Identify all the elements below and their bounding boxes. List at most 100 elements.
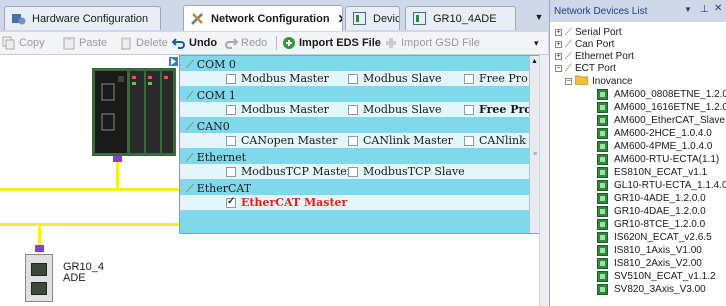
tree-item-can-port[interactable]: + ⟋ Can Port [555,38,614,50]
device-item[interactable]: IS810_2Axis_V2.00 [597,257,702,269]
collapse-icon[interactable]: − [565,77,572,85]
can0-canopen-master-checkbox[interactable]: CANopen Master [226,134,337,147]
expand-icon[interactable]: + [555,40,562,48]
tab-list-dropdown-icon[interactable]: ▼ [532,10,546,24]
device-label: AM600_EtherCAT_Slave [614,114,725,126]
hardware-icon [11,11,26,26]
device-item[interactable]: IS620N_ECAT_v2.6.5 [597,231,712,243]
device-label: IS620N_ECAT_v2.6.5 [614,231,712,243]
device-item[interactable]: AM600_0808ETNE_1.2.0 [597,88,726,100]
tab-network-configuration[interactable]: Network Configuration ✕ [183,5,343,31]
redo-label: Redo [241,37,268,49]
com0-modbus-master-checkbox[interactable]: Modbus Master [226,72,329,85]
gr10-4ade-module[interactable] [25,254,53,302]
checkbox[interactable] [348,135,358,146]
expand-icon[interactable]: + [555,28,562,36]
com0-options-row: Modbus Master Modbus Slave Free Pro [180,71,540,86]
can0-canlink-checkbox[interactable]: CANlink [464,134,526,147]
device-label: SV510N_ECAT_v1.1.2 [614,270,716,282]
toolbar: Copy Paste Delete Undo Redo Import EDS F… [0,32,548,55]
device-item[interactable]: GL10-RTU-ECTA_1.1.4.0 [597,179,726,191]
checkbox[interactable] [464,104,474,115]
ethercat-master-checkbox[interactable]: EtherCAT Master [226,196,347,209]
panel-arrow-icon[interactable] [169,57,178,66]
device-item[interactable]: AM600-RTU-ECTA(1.1) [597,153,719,165]
checkbox[interactable] [348,166,358,177]
delete-button[interactable]: Delete [119,35,168,51]
device-module-icon [597,166,608,178]
close-icon[interactable]: ✕ [338,12,342,26]
com0-free-protocol-checkbox[interactable]: Free Pro [464,72,528,85]
canvas-scrollbar[interactable] [539,55,549,306]
device-item[interactable]: SV820_3Axis_V3.00 [597,283,706,295]
import-eds-button[interactable]: Import EDS File [282,35,381,51]
tab-hardware-configuration[interactable]: Hardware Configuration [4,6,161,30]
port-icon: ⟋ [565,62,572,74]
copy-button[interactable]: Copy [2,35,45,51]
device-label: GL10-RTU-ECTA_1.1.4.0 [614,179,726,191]
tree-item-serial-port[interactable]: + ⟋ Serial Port [555,26,622,38]
panel-menu-dropdown-icon[interactable]: ▼ [684,5,692,14]
com1-header: ⟋ COM 1 [186,89,546,103]
port-icon: ⟋ [186,119,194,133]
module-port-marker[interactable] [35,245,44,252]
undo-button[interactable]: Undo [171,35,218,51]
device-item[interactable]: GR10-8TCE_1.2.0.0 [597,218,705,230]
device-module-icon [597,127,608,139]
com1-free-protocol-checkbox[interactable]: Free Pro [464,103,532,116]
tree-item-label: Serial Port [575,26,622,38]
checkbox[interactable] [226,196,236,208]
tree-item-ethernet-port[interactable]: + ⟋ Ethernet Port [555,50,634,62]
import-eds-icon [282,36,296,50]
checkbox[interactable] [226,104,236,115]
device-item[interactable]: AM600-4PME_1.0.4.0 [597,140,712,152]
collapse-icon[interactable]: − [555,64,562,72]
tab-label: Device [373,12,400,25]
checkbox[interactable] [464,73,474,84]
undo-label: Undo [189,37,218,49]
port-icon: ⟋ [565,26,572,38]
com1-modbus-master-checkbox[interactable]: Modbus Master [226,103,329,116]
paste-button[interactable]: Paste [62,35,107,51]
option-label: Modbus Slave [363,103,442,116]
device-item[interactable]: GR10-4DAE_1.2.0.0 [597,205,706,217]
device-item[interactable]: AM600-2HCE_1.0.4.0 [597,127,712,139]
checkbox[interactable] [348,104,358,115]
checkbox[interactable] [226,73,236,84]
tree-item-inovance[interactable]: − Inovance [565,75,633,87]
device-item[interactable]: AM600_1616ETNE_1.2.0 [597,101,726,113]
scroll-up-icon[interactable]: ▲ [531,58,538,65]
panel-scrollbar[interactable]: ▲ ≡ [529,56,539,233]
panel-close-icon[interactable]: ✕ [714,3,722,14]
copy-icon [2,36,16,50]
redo-button[interactable]: Redo [224,35,267,51]
tree-item-ect-port[interactable]: − ⟋ ECT Port [555,62,616,74]
pin-icon[interactable]: ⊥ [700,4,709,15]
com1-modbus-slave-checkbox[interactable]: Modbus Slave [348,103,442,116]
checkbox[interactable] [348,73,358,84]
expand-icon[interactable]: + [555,52,562,60]
import-gsd-button[interactable]: Import GSD File [384,35,480,51]
toolbar-overflow-icon[interactable]: ▾ [534,38,539,49]
scroll-grip-icon[interactable]: ≡ [533,151,537,158]
modbustcp-slave-checkbox[interactable]: ModbusTCP Slave [348,165,465,178]
checkbox[interactable] [226,166,236,177]
device-item[interactable]: SV510N_ECAT_v1.1.2 [597,270,716,282]
plc-controller-device[interactable] [92,68,176,156]
com0-modbus-slave-checkbox[interactable]: Modbus Slave [348,72,442,85]
device-module-icon [597,283,608,295]
tab-device[interactable]: Device [345,6,400,30]
delete-label: Delete [136,37,168,49]
device-item[interactable]: GR10-4ADE_1.2.0.0 [597,192,706,204]
module-label: GR10_4 ADE [63,262,104,284]
checkbox[interactable] [226,135,236,146]
can0-canlink-master-checkbox[interactable]: CANlink Master [348,134,453,147]
device-item[interactable]: IS810_1Axis_V1.00 [597,244,702,256]
device-item[interactable]: ES810N_ECAT_v1.1 [597,166,707,178]
tab-gr10-4ade[interactable]: GR10_4ADE [405,6,516,30]
device-item[interactable]: AM600_EtherCAT_Slave [597,114,725,126]
plc-port-marker[interactable] [113,156,122,162]
modbustcp-master-checkbox[interactable]: ModbusTCP Master [226,165,352,178]
checkbox[interactable] [464,135,474,146]
device-module-icon [597,101,608,113]
